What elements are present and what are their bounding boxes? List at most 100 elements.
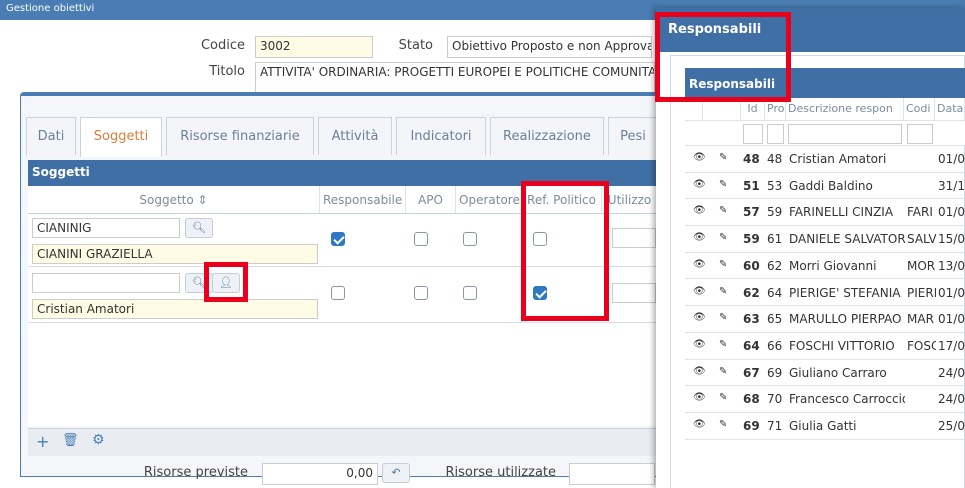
row-pro: 48 [767, 152, 783, 166]
list-item[interactable]: 👁︎ ✎ 64 66 FOSCHI VITTORIO FOSC 17/0 [685, 333, 965, 360]
highlight-box [204, 262, 248, 302]
utilizzo-input[interactable] [612, 228, 656, 248]
col-codice[interactable]: Codi [904, 98, 935, 120]
row-descrizione: Cristian Amatori [789, 152, 887, 166]
list-item[interactable]: 👁︎ ✎ 62 64 PIERIGE' STEFANIA PIERI 01/0 [685, 280, 965, 307]
row-descrizione: PIERIGE' STEFANIA [789, 285, 901, 300]
sort-icon: ⇕ [197, 193, 208, 207]
pencil-icon[interactable]: ✎ [719, 179, 733, 190]
utilizzo-input[interactable] [612, 283, 656, 303]
row-descrizione: DANIELE SALVATOR [789, 232, 905, 247]
apo-checkbox[interactable] [414, 232, 428, 246]
tab-attivita[interactable]: Attività [318, 117, 392, 155]
tab-pesi[interactable]: Pesi [608, 117, 658, 155]
row-id: 69 [743, 419, 760, 433]
pencil-icon[interactable]: ✎ [719, 286, 733, 297]
tab-dati[interactable]: Dati [26, 117, 76, 155]
list-item[interactable]: 👁︎ ✎ 60 62 Morri Giovanni MOR 13/0 [685, 253, 965, 280]
codice-field[interactable]: 3002 [255, 36, 373, 58]
row-pro: 62 [767, 258, 783, 273]
list-item[interactable]: 👁︎ ✎ 67 69 Giuliano Carraro 24/0 [685, 360, 965, 387]
col-utilizzo[interactable]: Utilizzo [602, 186, 658, 214]
eye-icon[interactable]: 👁︎ [693, 152, 707, 163]
apo-checkbox[interactable] [414, 286, 428, 300]
eye-icon[interactable]: 👁︎ [693, 312, 707, 323]
col-apo[interactable]: APO [406, 186, 456, 214]
list-item[interactable]: 👁︎ ✎ 69 71 Giulia Gatti 25/0 [685, 413, 965, 440]
eye-icon[interactable]: 👁︎ [693, 392, 707, 403]
risorse-utilizzate-field[interactable] [569, 463, 655, 485]
soggetto-code-input[interactable]: CIANINIG [32, 218, 180, 238]
refresh-icon[interactable]: ↶ [382, 463, 410, 483]
responsabile-checkbox[interactable] [331, 232, 345, 246]
row-pro: 70 [767, 392, 783, 407]
col-data[interactable]: Data [935, 98, 965, 120]
soggetto-name-field: CIANINI GRAZIELLA [32, 244, 318, 264]
gear-icon[interactable]: ⚙︎ [92, 432, 105, 448]
pencil-icon[interactable]: ✎ [719, 366, 733, 377]
add-icon[interactable]: + [36, 432, 49, 451]
row-pro: 66 [767, 338, 783, 353]
tab-indicatori[interactable]: Indicatori [396, 117, 486, 155]
risorse-previste-label: Risorse previste [143, 465, 248, 480]
row-id: 59 [743, 232, 760, 247]
row-id: 62 [743, 285, 760, 300]
col-operatore[interactable]: Operatore [456, 186, 522, 214]
risorse-previste-field[interactable]: 0,00 [262, 463, 378, 485]
row-pro: 71 [767, 419, 783, 433]
tab-realizzazione[interactable]: Realizzazione [490, 117, 604, 155]
trash-icon[interactable]: 🗑︎ [62, 433, 79, 448]
pencil-icon[interactable]: ✎ [719, 205, 733, 216]
eye-icon[interactable]: 👁︎ [693, 339, 707, 350]
list-item[interactable]: 👁︎ ✎ 63 65 MARULLO PIERPAO MAR 01/0 [685, 306, 965, 333]
operatore-checkbox[interactable] [463, 286, 477, 300]
highlight-box [521, 181, 609, 321]
eye-icon[interactable]: 👁︎ [693, 286, 707, 297]
list-item[interactable]: 👁︎ ✎ 57 59 FARINELLI CINZIA FARI 01/0 [685, 199, 965, 227]
tab-risorse-finanziarie[interactable]: Risorse finanziarie [166, 117, 314, 155]
col-descrizione[interactable]: Descrizione respon [786, 98, 904, 120]
row-id: 63 [743, 312, 760, 327]
row-pro: 65 [767, 312, 783, 327]
search-icon[interactable]: 🔍︎ [185, 218, 213, 238]
pencil-icon[interactable]: ✎ [719, 392, 733, 403]
list-item[interactable]: 👁︎ ✎ 68 70 Francesco Carroccio 24/0 [685, 386, 965, 413]
pro-filter-input[interactable] [767, 124, 784, 144]
stato-select[interactable]: Obiettivo Proposto e non Approvato [447, 36, 652, 58]
responsabile-checkbox[interactable] [331, 286, 345, 300]
pencil-icon[interactable]: ✎ [719, 152, 733, 163]
pencil-icon[interactable]: ✎ [719, 312, 733, 323]
list-item[interactable]: 👁︎ ✎ 51 53 Gaddi Baldino 31/1 [685, 173, 965, 200]
stato-label: Stato [398, 38, 433, 53]
eye-icon[interactable]: 👁︎ [693, 419, 707, 430]
row-data: 24/0 [938, 365, 965, 380]
col-soggetto[interactable]: Soggetto ⇕ [28, 186, 320, 214]
id-filter-input[interactable] [743, 124, 763, 144]
eye-icon[interactable]: 👁︎ [693, 259, 707, 270]
eye-icon[interactable]: 👁︎ [693, 205, 707, 216]
pencil-icon[interactable]: ✎ [719, 419, 733, 430]
col-responsabile[interactable]: Responsabile [320, 186, 406, 214]
codice-filter-input[interactable] [907, 124, 933, 144]
soggetto-code-input[interactable] [32, 273, 180, 293]
row-descrizione: Francesco Carroccio [789, 392, 905, 407]
list-item[interactable]: 👁︎ ✎ 48 48 Cristian Amatori 01/0 [685, 146, 965, 173]
pencil-icon[interactable]: ✎ [719, 259, 733, 270]
row-pro: 69 [767, 365, 783, 380]
pencil-icon[interactable]: ✎ [719, 339, 733, 350]
row-data: 24/0 [938, 392, 965, 407]
list-item[interactable]: 👁︎ ✎ 59 61 DANIELE SALVATOR SALV 15/0 [685, 226, 965, 253]
eye-icon[interactable]: 👁︎ [693, 232, 707, 243]
row-pro: 61 [767, 232, 783, 247]
tab-soggetti[interactable]: Soggetti [80, 117, 162, 157]
eye-icon[interactable]: 👁︎ [693, 179, 707, 190]
descrizione-filter-input[interactable] [788, 124, 902, 144]
row-data: 31/1 [938, 178, 965, 193]
row-codice: PIERI [907, 285, 936, 300]
eye-icon[interactable]: 👁︎ [693, 366, 707, 377]
row-descrizione: Morri Giovanni [789, 258, 877, 273]
pencil-icon[interactable]: ✎ [719, 232, 733, 243]
operatore-checkbox[interactable] [463, 232, 477, 246]
row-id: 67 [743, 365, 760, 380]
row-codice: MOR [907, 258, 936, 273]
